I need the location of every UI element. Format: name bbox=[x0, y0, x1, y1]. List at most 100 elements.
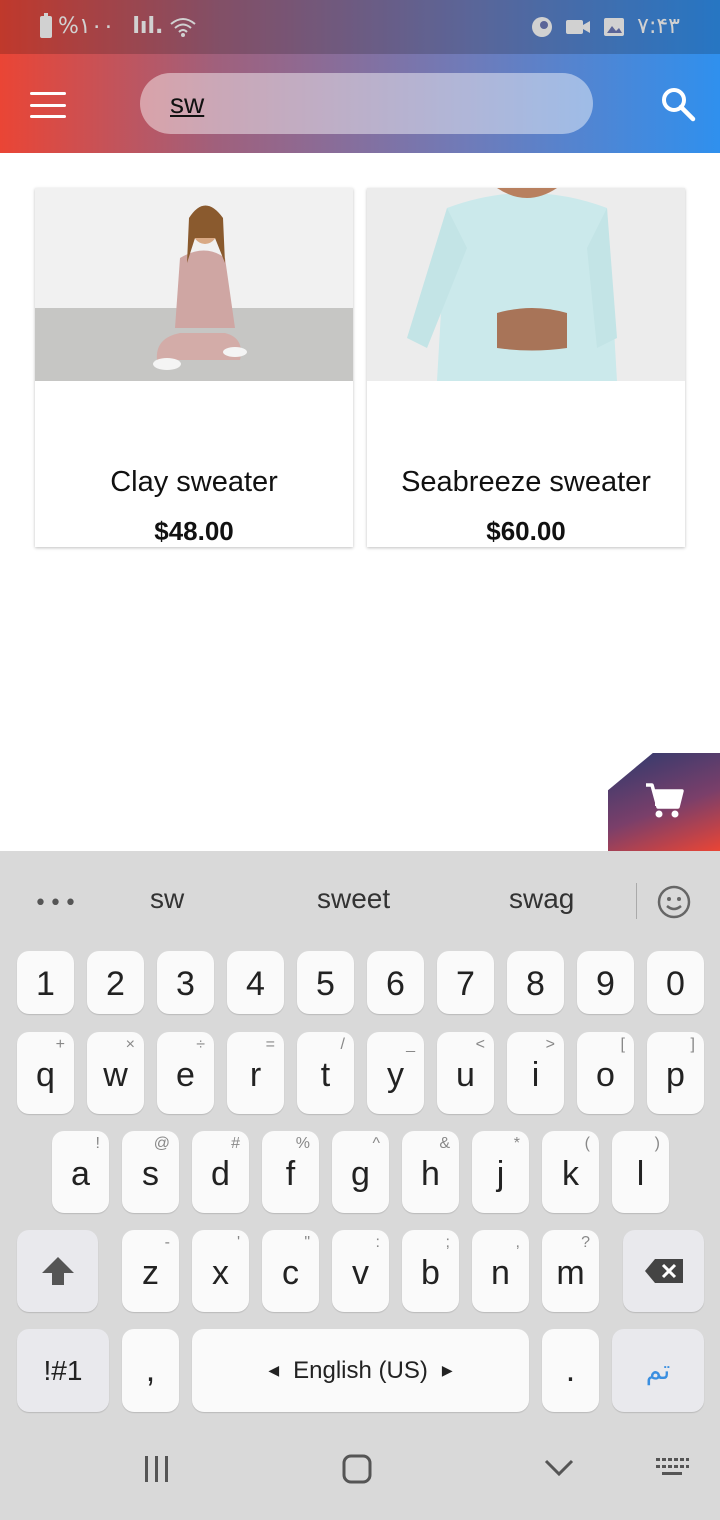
key-label: b bbox=[421, 1253, 440, 1292]
key-0[interactable]: 0 bbox=[647, 951, 704, 1014]
menu-icon bbox=[30, 92, 66, 95]
product-price: $48.00 bbox=[154, 516, 234, 546]
key-label: e bbox=[176, 1055, 195, 1094]
key-l[interactable]: l) bbox=[612, 1131, 669, 1213]
key-6[interactable]: 6 bbox=[367, 951, 424, 1014]
key-label: c bbox=[282, 1253, 299, 1292]
key-label: w bbox=[103, 1055, 128, 1094]
search-box[interactable] bbox=[140, 73, 593, 134]
key-h[interactable]: h & bbox=[402, 1131, 459, 1213]
key-label: t bbox=[320, 1055, 331, 1094]
key-k[interactable]: k( bbox=[542, 1131, 599, 1213]
symbols-key[interactable]: !#1 bbox=[17, 1329, 109, 1412]
key-label: 6 bbox=[386, 965, 405, 1003]
key-w[interactable]: w × bbox=[87, 1032, 144, 1114]
key-n[interactable]: n, bbox=[472, 1230, 529, 1312]
key-label: 7 bbox=[456, 965, 475, 1003]
divider bbox=[636, 883, 637, 919]
key-r[interactable]: r = bbox=[227, 1032, 284, 1114]
cart-icon bbox=[646, 783, 684, 818]
key-7[interactable]: 7 bbox=[437, 951, 494, 1014]
more-icon[interactable]: ••• bbox=[34, 891, 79, 916]
key-2[interactable]: 2 bbox=[87, 951, 144, 1014]
key-alt-label: ( bbox=[584, 1135, 590, 1152]
shift-key[interactable] bbox=[17, 1230, 98, 1312]
key-5[interactable]: 5 bbox=[297, 951, 354, 1014]
backspace-key[interactable] bbox=[623, 1230, 704, 1312]
key-label: a bbox=[71, 1154, 90, 1193]
key-y[interactable]: y _ bbox=[367, 1032, 424, 1114]
period-key[interactable]: . bbox=[542, 1329, 599, 1412]
status-right: ۷:۴۳ bbox=[531, 14, 680, 39]
key-label: r bbox=[249, 1055, 262, 1094]
key-1[interactable]: 1 bbox=[17, 951, 74, 1014]
key-v[interactable]: v: bbox=[332, 1230, 389, 1312]
done-key[interactable]: تم bbox=[612, 1329, 704, 1412]
key-alt-label: ] bbox=[690, 1036, 695, 1053]
key-4[interactable]: 4 bbox=[227, 951, 284, 1014]
menu-icon-line bbox=[30, 103, 66, 107]
emoji-icon[interactable] bbox=[655, 883, 693, 921]
key-m[interactable]: m? bbox=[542, 1230, 599, 1312]
key-alt-label: : bbox=[375, 1234, 380, 1251]
key-q[interactable]: q + bbox=[17, 1032, 74, 1114]
key-3[interactable]: 3 bbox=[157, 951, 214, 1014]
key-b[interactable]: b; bbox=[402, 1230, 459, 1312]
key-z[interactable]: z- bbox=[122, 1230, 179, 1312]
key-p[interactable]: p] bbox=[647, 1032, 704, 1114]
suggestion[interactable]: sweet bbox=[317, 883, 390, 915]
key-g[interactable]: g ^ bbox=[332, 1131, 389, 1213]
key-u[interactable]: u < bbox=[437, 1032, 494, 1114]
space-label: English (US) bbox=[293, 1356, 428, 1384]
battery-icon bbox=[40, 12, 52, 38]
key-label: j bbox=[496, 1154, 505, 1193]
menu-button[interactable] bbox=[30, 92, 66, 118]
key-s[interactable]: s @ bbox=[122, 1131, 179, 1213]
suggestion[interactable]: swag bbox=[509, 883, 574, 915]
key-a[interactable]: a! bbox=[52, 1131, 109, 1213]
home-icon[interactable] bbox=[342, 1454, 372, 1484]
key-alt-label: > bbox=[545, 1036, 555, 1053]
suggestion[interactable]: sw bbox=[150, 883, 184, 915]
status-left: %۱۰۰ lıl. bbox=[40, 12, 197, 39]
key-f[interactable]: f% bbox=[262, 1131, 319, 1213]
key-t[interactable]: t / bbox=[297, 1032, 354, 1114]
product-name: Clay sweater bbox=[110, 466, 278, 498]
space-key[interactable]: ◀ English (US) ▶ bbox=[192, 1329, 529, 1412]
key-8[interactable]: 8 bbox=[507, 951, 564, 1014]
key-x[interactable]: x ' bbox=[192, 1230, 249, 1312]
key-e[interactable]: e ÷ bbox=[157, 1032, 214, 1114]
key-alt-label: , bbox=[515, 1234, 520, 1251]
product-card[interactable]: Seabreeze sweater $60.00 bbox=[367, 188, 685, 547]
key-label: o bbox=[596, 1055, 615, 1094]
search-icon[interactable] bbox=[660, 86, 696, 122]
status-bar: %۱۰۰ lıl. ۷:۴۳ bbox=[0, 0, 720, 54]
key-label: p bbox=[666, 1055, 685, 1094]
key-alt-label: + bbox=[55, 1036, 65, 1053]
key-label: 8 bbox=[526, 965, 545, 1003]
shift-icon bbox=[41, 1257, 74, 1285]
comma-key[interactable]: , bbox=[122, 1329, 179, 1412]
key-alt-label: ? bbox=[581, 1234, 590, 1251]
key-o[interactable]: o[ bbox=[577, 1032, 634, 1114]
product-name: Seabreeze sweater bbox=[401, 466, 651, 498]
key-alt-label: - bbox=[164, 1234, 170, 1251]
key-d[interactable]: d # bbox=[192, 1131, 249, 1213]
key-label: y bbox=[387, 1055, 404, 1094]
keyboard-icon[interactable] bbox=[654, 1454, 690, 1484]
key-label: 0 bbox=[666, 965, 685, 1003]
back-icon[interactable] bbox=[544, 1458, 574, 1478]
key-c[interactable]: c " bbox=[262, 1230, 319, 1312]
key-label: 3 bbox=[176, 965, 195, 1003]
product-card[interactable]: Clay sweater $48.00 bbox=[35, 188, 353, 547]
recents-icon[interactable] bbox=[143, 1454, 171, 1484]
key-j[interactable]: j * bbox=[472, 1131, 529, 1213]
image-icon bbox=[604, 17, 625, 36]
key-alt-label: _ bbox=[406, 1036, 415, 1053]
key-i[interactable]: i > bbox=[507, 1032, 564, 1114]
language-right-icon: ▶ bbox=[441, 1362, 453, 1378]
language-left-icon: ◀ bbox=[268, 1362, 280, 1378]
cart-button[interactable] bbox=[608, 753, 720, 851]
key-9[interactable]: 9 bbox=[577, 951, 634, 1014]
search-input[interactable] bbox=[168, 86, 572, 121]
